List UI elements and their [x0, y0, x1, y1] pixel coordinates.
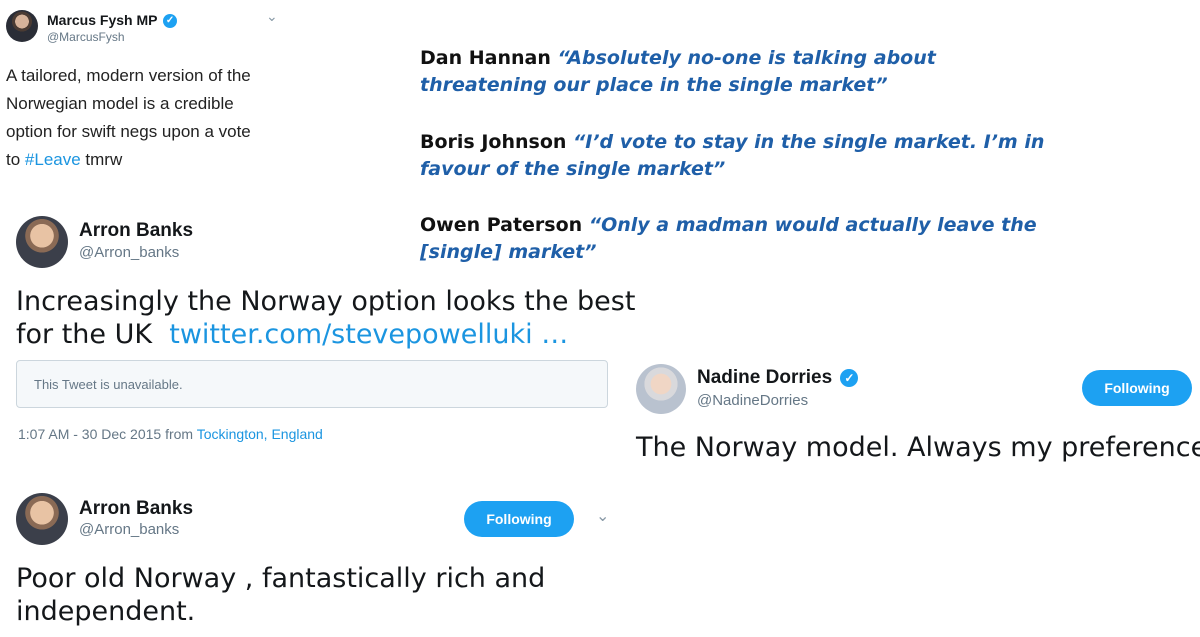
- tweet-text: A tailored, modern version of the Norweg…: [6, 62, 251, 174]
- quote-text: threatening our place in the single mark…: [420, 74, 888, 96]
- quote-speaker: Dan Hannan: [420, 47, 551, 69]
- author-name[interactable]: Arron Banks: [79, 220, 193, 242]
- author-name[interactable]: Arron Banks: [79, 498, 193, 520]
- avatar[interactable]: [16, 216, 68, 268]
- avatar[interactable]: [6, 10, 38, 42]
- author-name[interactable]: Nadine Dorries: [697, 367, 832, 388]
- tweet-text-part: for the UK: [16, 319, 153, 350]
- tweet-text: Increasingly the Norway option looks the…: [16, 285, 635, 351]
- tweet-text: The Norway model. Always my preference: [636, 432, 1200, 463]
- unavailable-tweet-card[interactable]: This Tweet is unavailable.: [16, 360, 608, 408]
- author-handle[interactable]: @Arron_banks: [79, 244, 179, 261]
- tweet-text-line: Norwegian model is a credible: [6, 94, 234, 113]
- following-button[interactable]: Following: [464, 501, 574, 537]
- tweet-text-prefix: to: [6, 150, 25, 169]
- author-handle[interactable]: @Arron_banks: [79, 521, 179, 538]
- author-name-container[interactable]: Nadine Dorries ✓: [697, 367, 859, 389]
- verified-icon: ✓: [163, 14, 178, 29]
- tweet-text-suffix: tmrw: [80, 150, 123, 169]
- tweet-text-line: for the UK twitter.com/stevepowelluki …: [16, 318, 635, 351]
- avatar[interactable]: [16, 493, 68, 545]
- verified-icon: ✓: [840, 368, 859, 387]
- tweet-text-line: independent.: [16, 596, 196, 627]
- tweet-text-line: Poor old Norway , fantastically rich and: [16, 563, 546, 594]
- tweet-text-line: A tailored, modern version of the: [6, 66, 251, 85]
- avatar[interactable]: [636, 364, 686, 414]
- tweet-link[interactable]: twitter.com/stevepowelluki …: [169, 319, 568, 350]
- quote-speaker: Owen Paterson: [420, 214, 583, 236]
- author-name[interactable]: Marcus Fysh MP: [47, 12, 157, 28]
- tweet-text: Poor old Norway , fantastically rich and…: [16, 562, 545, 628]
- unavailable-text: This Tweet is unavailable.: [34, 377, 183, 392]
- author-name-container[interactable]: Marcus Fysh MP ✓: [47, 12, 178, 29]
- following-button[interactable]: Following: [1082, 370, 1192, 406]
- quote-owen-paterson: Owen Paterson “Only a madman would actua…: [420, 212, 1037, 266]
- quote-boris-johnson: Boris Johnson “I’d vote to stay in the s…: [420, 129, 1044, 183]
- tweet-timestamp[interactable]: 1:07 AM - 30 Dec 2015 from: [18, 426, 197, 442]
- tweet-text-line: to #Leave tmrw: [6, 146, 251, 174]
- quote-text: “Only a madman would actually leave the: [588, 214, 1037, 236]
- quote-speaker: Boris Johnson: [420, 131, 567, 153]
- chevron-down-icon[interactable]: ⌄: [266, 8, 278, 25]
- quote-text: [single] market”: [420, 241, 597, 263]
- quote-text: “Absolutely no-one is talking about: [557, 47, 936, 69]
- quote-text: favour of the single market”: [420, 158, 726, 180]
- tweet-location[interactable]: Tockington, England: [197, 426, 323, 442]
- chevron-down-icon[interactable]: ⌄: [596, 506, 609, 526]
- author-handle[interactable]: @NadineDorries: [697, 392, 808, 409]
- tweet-text-line: option for swift negs upon a vote: [6, 122, 251, 141]
- quote-dan-hannan: Dan Hannan “Absolutely no-one is talking…: [420, 45, 936, 99]
- tweet-text-line: Increasingly the Norway option looks the…: [16, 286, 636, 317]
- author-handle[interactable]: @MarcusFysh: [47, 30, 125, 44]
- tweet-metadata: 1:07 AM - 30 Dec 2015 from Tockington, E…: [18, 426, 323, 442]
- hashtag-leave[interactable]: #Leave: [25, 150, 81, 169]
- quote-text: “I’d vote to stay in the single market. …: [573, 131, 1045, 153]
